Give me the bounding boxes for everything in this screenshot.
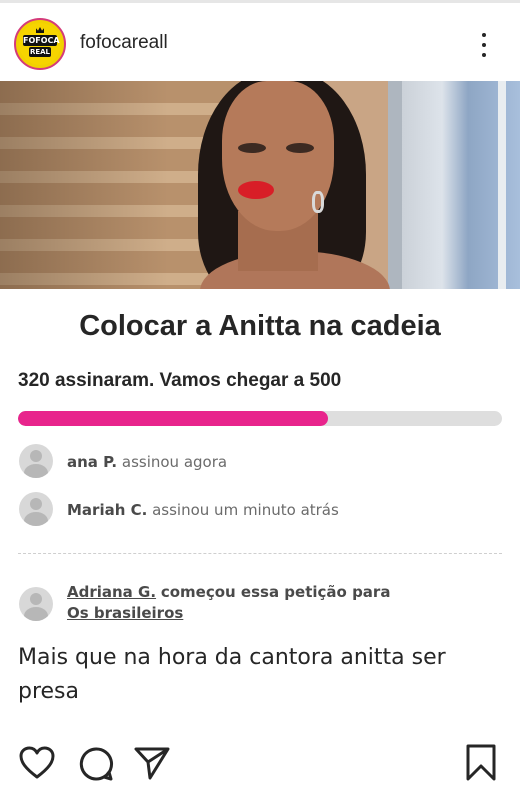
more-options-icon[interactable]: [474, 29, 494, 61]
signer-name: Mariah C.: [67, 501, 148, 519]
starter-name[interactable]: Adriana G.: [67, 583, 156, 601]
starter-action: começou essa petição para: [160, 583, 391, 601]
logo-badge: FOFOCA REAL: [19, 23, 61, 65]
petition-photo: [0, 81, 520, 289]
signer-action: assinou um minuto atrás: [152, 501, 339, 519]
signer-action: assinou agora: [121, 453, 228, 471]
section-divider: [18, 553, 502, 554]
comment-icon[interactable]: [78, 746, 114, 782]
petition-description: Mais que na hora da cantora anitta ser p…: [18, 645, 446, 704]
petition-starter: Adriana G. começou essa petição para Os …: [67, 582, 390, 624]
logo-text-top: FOFOCA: [23, 35, 60, 46]
petition-title: Colocar a Anitta na cadeia: [79, 310, 441, 342]
signer-avatar: [19, 492, 53, 526]
signature-progress-bar: [18, 411, 502, 426]
signer-name: ana P.: [67, 453, 118, 471]
heart-icon[interactable]: [19, 746, 55, 780]
signer-avatar: [19, 444, 53, 478]
petition-target[interactable]: Os brasileiros: [67, 604, 183, 622]
logo-text-bottom: REAL: [29, 47, 51, 57]
signer-row: Mariah C. assinou um minuto atrás: [67, 501, 339, 519]
starter-avatar: [19, 587, 53, 621]
profile-avatar[interactable]: FOFOCA REAL: [14, 18, 66, 70]
signer-row: ana P. assinou agora: [67, 453, 227, 471]
send-icon[interactable]: [134, 746, 170, 780]
signature-count: 320 assinaram. Vamos chegar a 500: [18, 370, 342, 391]
bookmark-icon[interactable]: [465, 744, 497, 782]
username[interactable]: fofocareall: [80, 32, 168, 54]
crown-icon: [36, 27, 44, 33]
post-header: FOFOCA REAL fofocareall: [0, 3, 520, 81]
progress-fill: [18, 411, 328, 426]
